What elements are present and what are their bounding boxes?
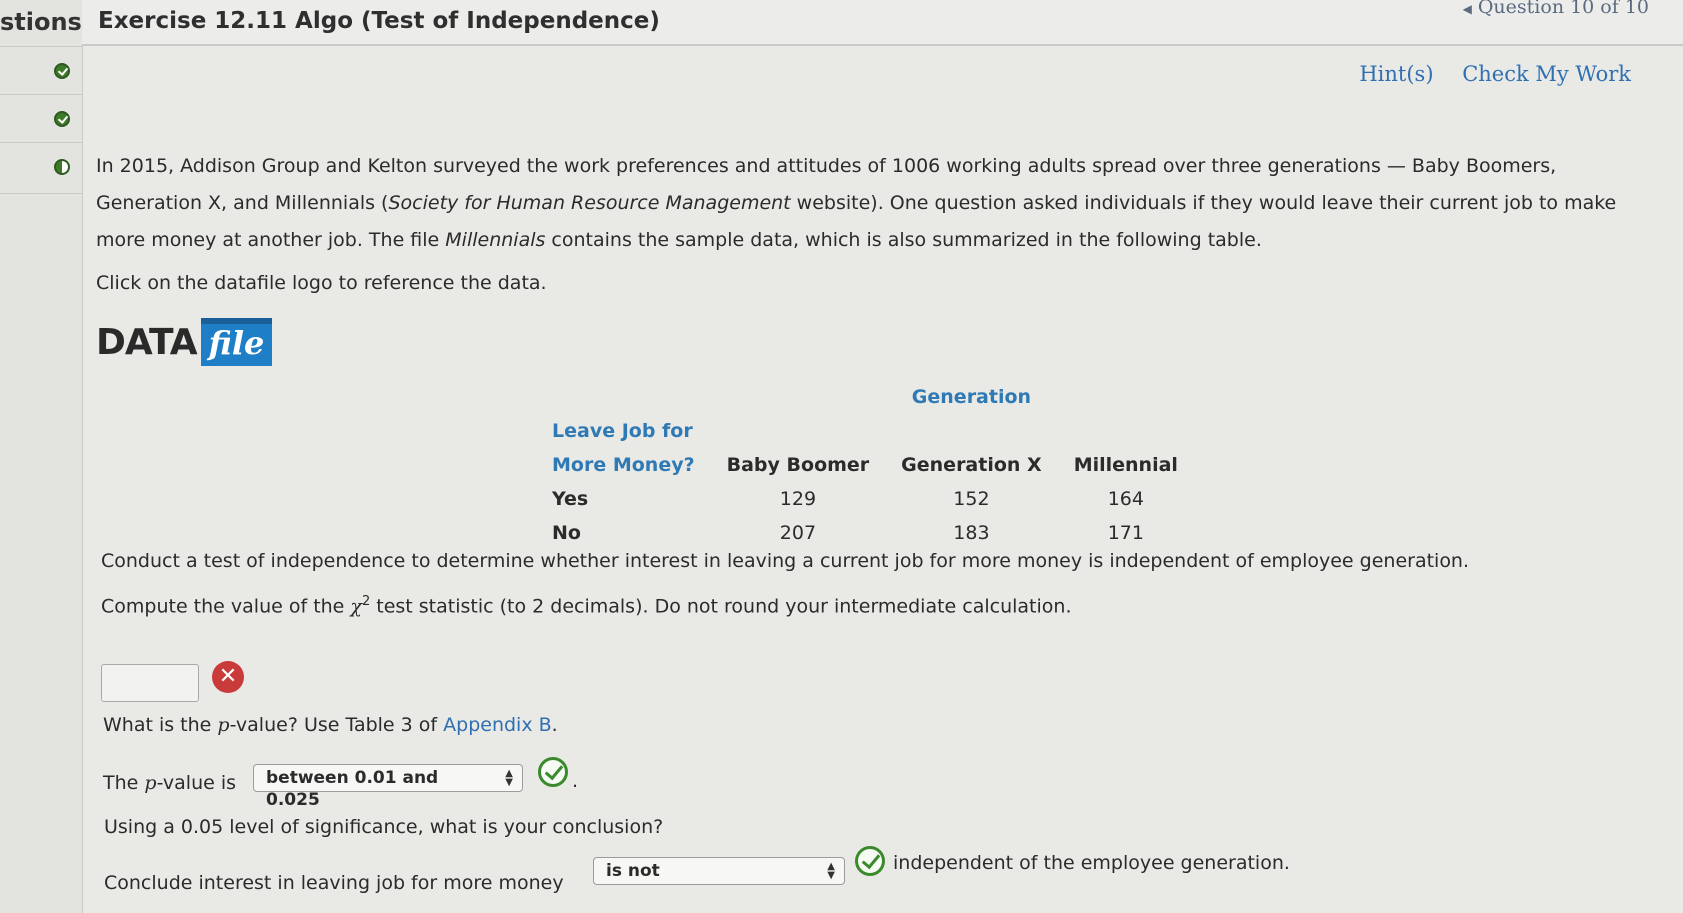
chi-square-question: Compute the value of the χ2 test statist… xyxy=(101,594,1072,617)
conclusion-selected-value: is not xyxy=(606,861,660,881)
intro-paragraph: In 2015, Addison Group and Kelton survey… xyxy=(96,148,1646,259)
chi-symbol: χ xyxy=(350,595,362,618)
table-group-header: Generation xyxy=(911,386,1032,408)
appendix-link[interactable]: Appendix B xyxy=(443,714,552,736)
question-rail: stions xyxy=(0,0,83,913)
pvalue-label-text-2: -value is xyxy=(156,772,237,794)
table-cell: 183 xyxy=(953,522,990,544)
correct-check-icon xyxy=(855,846,885,876)
table-row-header-2: More Money? xyxy=(552,454,695,476)
table-cell: 152 xyxy=(953,488,990,510)
table-row: No 207 183 171 xyxy=(536,516,1194,550)
intro-source: Society for Human Resource Management xyxy=(388,192,791,214)
pvalue-label: The p-value is xyxy=(103,772,236,794)
datafile-logo[interactable]: DATA file xyxy=(96,316,273,368)
pvalue-question-text-2: -value? Use Table 3 of xyxy=(229,714,444,736)
exercise-header: Exercise 12.11 Algo (Test of Independenc… xyxy=(82,0,1683,46)
correct-check-icon xyxy=(538,757,568,787)
pvalue-question-period: . xyxy=(551,714,558,736)
p-symbol: p xyxy=(144,772,157,794)
datafile-logo-data: DATA xyxy=(96,321,198,363)
rail-question-9[interactable] xyxy=(0,94,82,145)
significance-question: Using a 0.05 level of significance, what… xyxy=(104,816,664,838)
datafile-logo-file: file xyxy=(200,318,273,366)
help-links: Hint(s) Check My Work xyxy=(1337,62,1631,86)
table-row-header-1: Leave Job for xyxy=(552,420,693,442)
previous-arrow-icon[interactable]: ◀ xyxy=(1463,2,1472,16)
table-cell: 164 xyxy=(1107,488,1144,510)
select-arrows-icon: ▲ ▼ xyxy=(505,768,513,788)
pvalue-question: What is the p-value? Use Table 3 of Appe… xyxy=(103,714,558,736)
check-my-work-link[interactable]: Check My Work xyxy=(1462,62,1631,86)
row-label: No xyxy=(552,522,581,544)
row-label: Yes xyxy=(552,488,589,510)
table-cell: 129 xyxy=(779,488,817,510)
pvalue-label-text-1: The xyxy=(103,772,145,794)
intro-text-3: contains the sample data, which is also … xyxy=(545,229,1262,251)
question-nav[interactable]: ◀ Question 10 of 10 xyxy=(1463,0,1649,18)
chi-question-text-1: Compute the value of the xyxy=(101,595,351,618)
pvalue-period: . xyxy=(572,770,579,792)
pvalue-question-text-1: What is the xyxy=(103,714,218,736)
table-col-header: Baby Boomer xyxy=(726,454,870,476)
conclusion-tail: independent of the employee generation. xyxy=(893,852,1290,874)
intro-file-name: Millennials xyxy=(445,229,546,251)
table-cell: 207 xyxy=(779,522,817,544)
table-row: Yes 129 152 164 xyxy=(536,482,1194,516)
completed-check-icon xyxy=(54,111,70,127)
problem-statement: In 2015, Addison Group and Kelton survey… xyxy=(96,148,1646,302)
chi-square-input[interactable] xyxy=(101,664,199,702)
rail-title: stions xyxy=(0,8,82,36)
table-col-header: Millennial xyxy=(1073,454,1178,476)
pvalue-selected-value: between 0.01 and 0.025 xyxy=(266,768,439,810)
conclusion-select[interactable]: is not ▲ ▼ xyxy=(593,857,845,885)
chi-superscript: 2 xyxy=(361,594,371,609)
test-instruction: Conduct a test of independence to determ… xyxy=(101,550,1470,572)
pvalue-select[interactable]: between 0.01 and 0.025 ▲ ▼ xyxy=(253,764,523,810)
exercise-title: Exercise 12.11 Algo (Test of Independenc… xyxy=(98,8,660,34)
rail-question-10[interactable] xyxy=(0,142,82,194)
datafile-instruction: Click on the datafile logo to reference … xyxy=(96,272,547,294)
p-symbol: p xyxy=(217,714,230,736)
incorrect-x-icon: ✕ xyxy=(212,661,244,693)
partial-progress-icon xyxy=(54,159,70,175)
table-col-header: Generation X xyxy=(901,454,1042,476)
rail-question-8[interactable] xyxy=(0,46,82,97)
chi-question-text-2: test statistic (to 2 decimals). Do not r… xyxy=(370,595,1072,618)
generation-table: Generation Leave Job for More Money? Bab… xyxy=(536,380,1194,550)
table-cell: 171 xyxy=(1107,522,1144,544)
select-arrows-icon: ▲ ▼ xyxy=(827,861,835,881)
completed-check-icon xyxy=(54,63,70,79)
question-counter: Question 10 of 10 xyxy=(1477,0,1649,18)
conclusion-label: Conclude interest in leaving job for mor… xyxy=(104,872,564,894)
hints-link[interactable]: Hint(s) xyxy=(1359,62,1433,86)
